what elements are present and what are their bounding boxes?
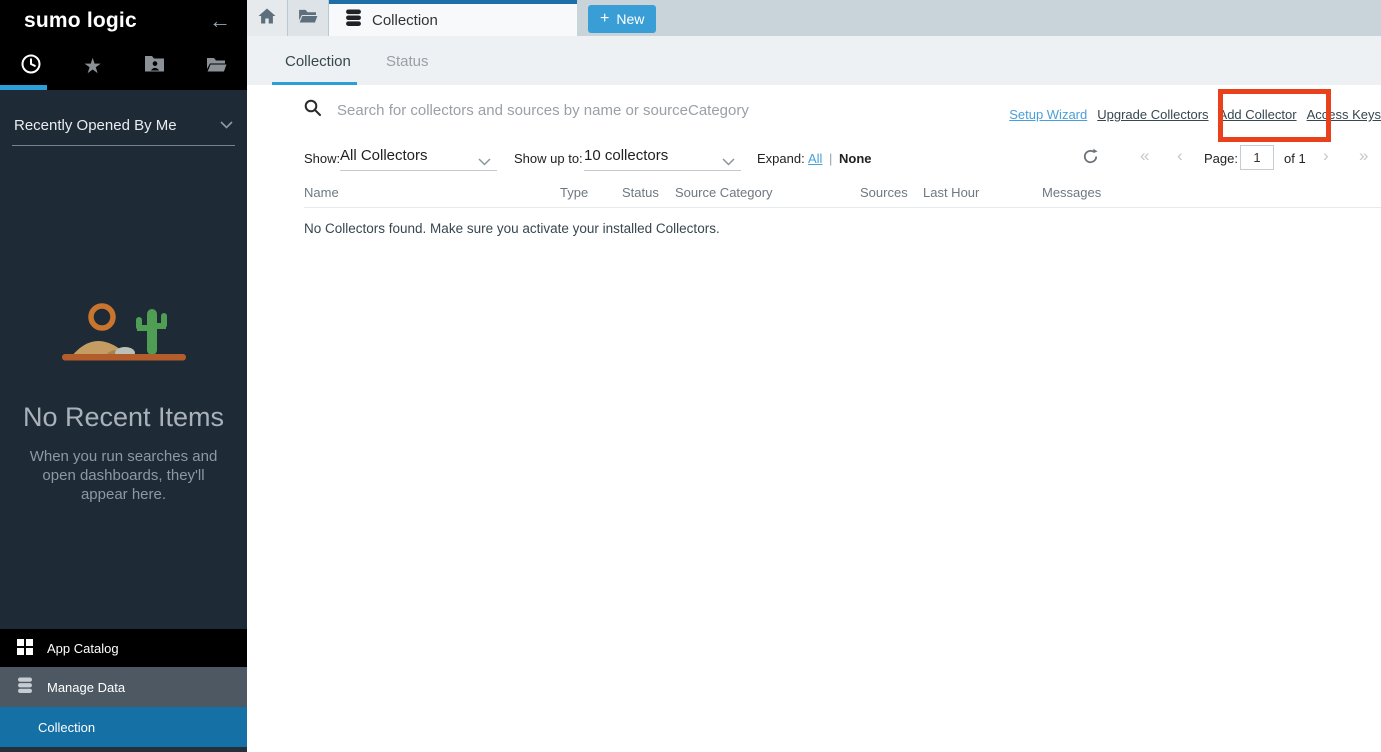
show-up-to-dropdown[interactable]: 10 collectors <box>584 143 741 171</box>
chevron-down-icon <box>220 116 233 134</box>
expand-all-link[interactable]: All <box>808 151 822 166</box>
search-icon <box>304 99 321 121</box>
show-dropdown-value: All Collectors <box>340 147 428 164</box>
expand-label: Expand: <box>757 151 805 166</box>
setup-wizard-link[interactable]: Setup Wizard <box>1009 107 1087 122</box>
empty-collectors-message: No Collectors found. Make sure you activ… <box>304 221 720 236</box>
show-label: Show: <box>304 151 340 166</box>
expand-none-link[interactable]: None <box>839 151 872 166</box>
sidebar-header: sumo logic ← <box>0 0 247 42</box>
desert-illustration <box>0 301 247 376</box>
column-header-status: Status <box>622 185 675 200</box>
home-icon <box>258 8 276 29</box>
sidebar-bottom-menu: App Catalog Manage Data Collection <box>0 629 247 752</box>
recently-opened-dropdown[interactable]: Recently Opened By Me <box>12 116 235 134</box>
column-header-messages: Messages <box>1042 185 1381 200</box>
ground-line <box>62 354 186 361</box>
sun-icon <box>91 306 113 328</box>
menu-item-label: Manage Data <box>47 680 125 695</box>
database-icon <box>17 677 33 697</box>
add-collector-link[interactable]: Add Collector <box>1219 107 1297 122</box>
search-input[interactable] <box>335 101 895 120</box>
tab-collection[interactable]: Collection <box>329 0 577 36</box>
column-header-sources: Sources <box>860 185 923 200</box>
new-button[interactable]: + New <box>588 5 656 33</box>
open-folder-icon <box>298 8 318 28</box>
sumo-logic-logo: sumo logic <box>24 9 137 33</box>
page-next-icon[interactable]: › <box>1323 145 1329 167</box>
menu-item-label: Collection <box>38 720 95 735</box>
cactus-icon <box>147 309 157 355</box>
people-folder-icon <box>144 55 165 77</box>
main-area: Collection + New Collection Status Setup… <box>247 0 1381 752</box>
tab-library[interactable] <box>185 42 247 90</box>
home-button[interactable] <box>247 0 288 36</box>
show-dropdown[interactable]: All Collectors <box>340 143 497 171</box>
chevron-down-icon <box>478 153 491 171</box>
show-up-to-dropdown-value: 10 collectors <box>584 147 668 164</box>
expand-separator: | <box>829 151 832 166</box>
collapse-sidebar-icon[interactable]: ← <box>209 10 231 32</box>
menu-item-collection[interactable]: Collection <box>0 707 247 747</box>
column-header-last-hour: Last Hour <box>923 185 1042 200</box>
refresh-icon[interactable] <box>1082 148 1099 170</box>
menu-item-manage-data[interactable]: Manage Data <box>0 667 247 707</box>
top-tab-strip: Collection + New <box>247 0 1381 36</box>
tab-favorites[interactable]: ★ <box>62 42 124 90</box>
filter-toolbar: Show: All Collectors Show up to: 10 coll… <box>247 143 1381 175</box>
subtab-collection[interactable]: Collection <box>285 53 351 70</box>
page-number-input[interactable] <box>1240 145 1274 170</box>
column-header-source-category: Source Category <box>675 185 860 200</box>
show-up-to-label: Show up to: <box>514 151 583 166</box>
sidebar-footer-strip <box>0 747 247 752</box>
tab-recents[interactable] <box>0 42 62 90</box>
recently-opened-section: Recently Opened By Me <box>0 90 247 146</box>
plus-icon: + <box>600 11 609 27</box>
access-keys-link[interactable]: Access Keys <box>1307 107 1381 122</box>
page-last-icon[interactable]: » <box>1359 145 1368 167</box>
column-header-type: Type <box>560 185 622 200</box>
collection-content: Setup Wizard Upgrade Collectors Add Coll… <box>247 85 1381 752</box>
menu-item-app-catalog[interactable]: App Catalog <box>0 629 247 667</box>
star-icon: ★ <box>83 56 102 77</box>
grid-icon <box>17 639 33 658</box>
upgrade-collectors-link[interactable]: Upgrade Collectors <box>1097 107 1208 122</box>
sub-tab-bar: Collection Status <box>247 36 1381 85</box>
recently-opened-divider <box>12 145 235 146</box>
no-recent-items-title: No Recent Items <box>0 402 247 433</box>
page-prev-icon[interactable]: ‹ <box>1177 145 1183 167</box>
column-header-name: Name <box>304 185 560 200</box>
browse-folder-button[interactable] <box>288 0 329 36</box>
page-label: Page: <box>1204 151 1238 166</box>
active-tab-indicator <box>0 85 47 90</box>
menu-item-label: App Catalog <box>47 641 119 656</box>
sidebar-icon-tabs: ★ <box>0 42 247 90</box>
header-links: Setup Wizard Upgrade Collectors Add Coll… <box>1009 107 1381 122</box>
new-button-label: New <box>616 11 644 27</box>
subtab-status[interactable]: Status <box>386 53 429 70</box>
tab-title: Collection <box>372 12 438 29</box>
search-bar <box>304 99 895 121</box>
no-recent-items-description: When you run searches and open dashboard… <box>0 447 247 504</box>
clock-icon <box>20 53 42 80</box>
open-folder-icon <box>206 56 227 77</box>
page-of-label: of 1 <box>1284 151 1306 166</box>
tab-shared-content[interactable] <box>124 42 186 90</box>
chevron-down-icon <box>722 153 735 171</box>
recently-opened-label: Recently Opened By Me <box>14 117 177 134</box>
page-first-icon[interactable]: « <box>1140 145 1149 167</box>
database-icon <box>345 9 362 31</box>
collectors-table-header: Name Type Status Source Category Sources… <box>304 185 1381 200</box>
sidebar: sumo logic ← ★ Recently Opened By Me <box>0 0 247 752</box>
table-header-divider <box>304 207 1381 208</box>
